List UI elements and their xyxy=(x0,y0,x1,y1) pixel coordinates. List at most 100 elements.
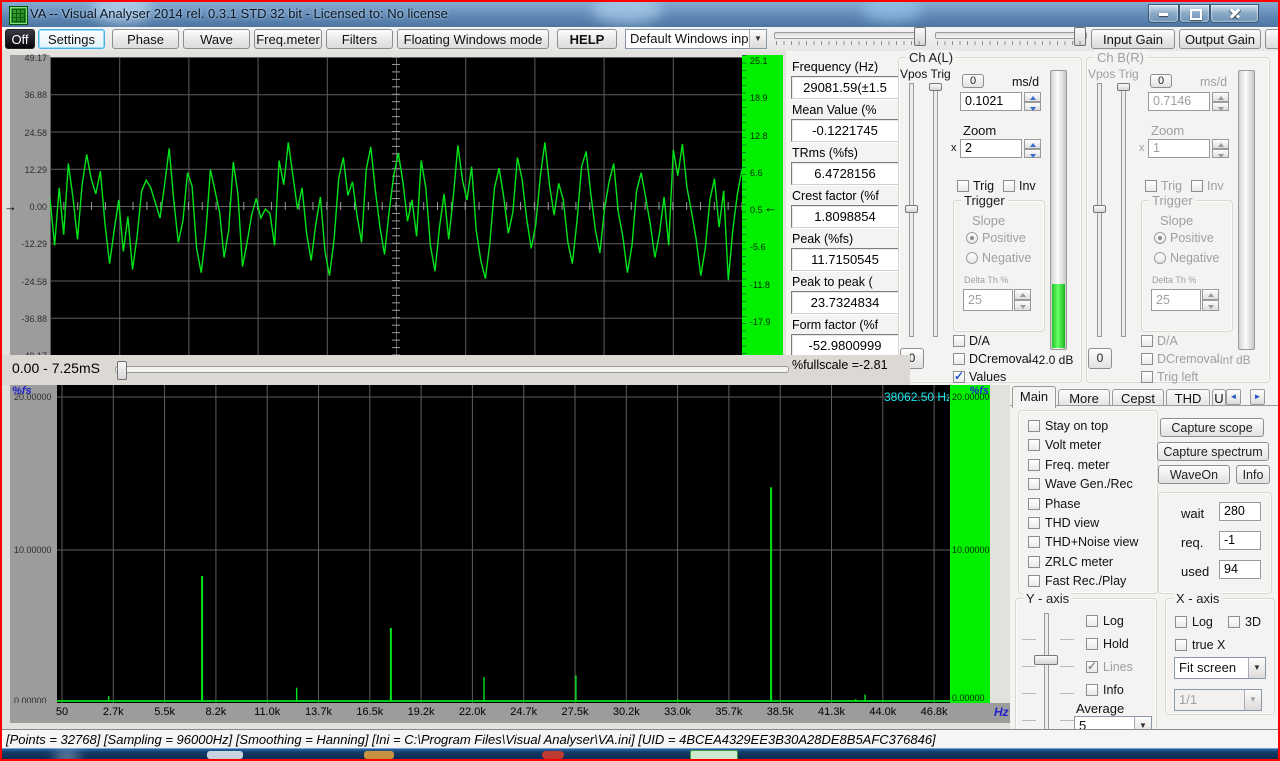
start-orb[interactable] xyxy=(54,750,80,759)
y-hold-checkbox[interactable] xyxy=(1086,638,1098,650)
taskbar-item[interactable] xyxy=(542,751,564,759)
chevron-down-icon[interactable]: ▼ xyxy=(1248,658,1265,678)
dc-removal-checkbox[interactable] xyxy=(1141,353,1153,365)
maximize-button[interactable] xyxy=(1179,4,1210,23)
checkbox-wave-gen-rec[interactable] xyxy=(1028,478,1040,491)
inv-checkbox[interactable] xyxy=(1191,180,1203,192)
chevron-down-icon[interactable]: ▼ xyxy=(1134,717,1151,729)
stat-field-value[interactable]: -1 xyxy=(1219,531,1261,550)
filters-button[interactable]: Filters xyxy=(326,29,393,49)
input-gain-button[interactable]: Input Gain xyxy=(1091,29,1175,49)
taskbar-item-active[interactable] xyxy=(690,750,738,759)
vpos-zero-button[interactable]: 0 xyxy=(962,74,984,88)
spin-up-icon[interactable] xyxy=(1202,289,1219,300)
negative-radio[interactable] xyxy=(966,252,978,264)
checkbox-phase[interactable] xyxy=(1028,497,1040,510)
delta-th-spinner[interactable] xyxy=(1014,289,1031,311)
x-3d-checkbox[interactable] xyxy=(1228,616,1240,628)
checkbox-fast-rec-play[interactable] xyxy=(1028,575,1040,588)
settings-button[interactable]: Settings xyxy=(38,29,105,49)
delta-th-value[interactable]: 25 xyxy=(1151,289,1201,311)
checkbox-thd-view[interactable] xyxy=(1028,517,1040,529)
checkbox-zrlc-meter[interactable] xyxy=(1028,555,1040,568)
vpos-slider-thumb[interactable] xyxy=(1093,205,1106,213)
spin-up-icon[interactable] xyxy=(1212,139,1229,149)
y-axis-slider-thumb[interactable] xyxy=(1034,655,1058,665)
off-button[interactable]: Off xyxy=(5,29,35,49)
y-info-checkbox[interactable] xyxy=(1086,684,1098,696)
spin-up-icon[interactable] xyxy=(1024,139,1041,149)
third-checkbox[interactable] xyxy=(1141,371,1153,383)
help-button[interactable]: HELP xyxy=(557,29,617,49)
oscilloscope-plot[interactable] xyxy=(50,57,742,355)
x-log-checkbox[interactable] xyxy=(1175,616,1187,628)
fit-screen-dropdown[interactable]: Fit screen ▼ xyxy=(1174,657,1266,679)
positive-radio[interactable] xyxy=(966,232,978,244)
scope-scroll-thumb[interactable] xyxy=(117,361,127,380)
checkbox-volt-meter[interactable] xyxy=(1028,439,1040,452)
spectrum-plot[interactable] xyxy=(57,385,950,703)
spin-down-icon[interactable] xyxy=(1212,101,1229,111)
trig-checkbox[interactable] xyxy=(1145,180,1157,192)
ratio-dropdown[interactable]: 1/1 ▼ xyxy=(1174,689,1262,711)
spin-up-icon[interactable] xyxy=(1014,289,1031,300)
ms-per-div-value[interactable]: 0.1021 xyxy=(960,92,1022,111)
vpos-zero-button[interactable]: 0 xyxy=(1150,74,1172,88)
spin-up-icon[interactable] xyxy=(1212,92,1229,102)
trig-slider-thumb[interactable] xyxy=(1117,83,1130,91)
taskbar-item[interactable] xyxy=(207,751,243,759)
taskbar-item[interactable] xyxy=(364,751,394,759)
zoom-value[interactable]: 1 xyxy=(1148,139,1210,158)
trig-slider[interactable] xyxy=(1121,83,1126,337)
spin-down-icon[interactable] xyxy=(1202,300,1219,311)
spin-down-icon[interactable] xyxy=(1024,101,1041,111)
input-gain-slider[interactable] xyxy=(774,32,926,39)
chevron-down-icon[interactable]: ▼ xyxy=(749,30,766,48)
zoom-spinner[interactable] xyxy=(1212,139,1229,158)
spin-down-icon[interactable] xyxy=(1212,148,1229,158)
tab-scroll-right-icon[interactable]: ► xyxy=(1250,389,1265,405)
ms-per-div-spinner[interactable] xyxy=(1024,92,1041,111)
checkbox-thd-noise-view[interactable] xyxy=(1028,536,1040,549)
y-axis-slider[interactable] xyxy=(1044,613,1049,729)
close-button[interactable] xyxy=(1210,4,1259,23)
chevron-down-icon[interactable]: ▼ xyxy=(1244,690,1261,710)
phase-button[interactable]: Phase xyxy=(112,29,179,49)
ms-per-div-value[interactable]: 0.7146 xyxy=(1148,92,1210,111)
input-device-dropdown[interactable]: Default Windows inp ▼ xyxy=(625,29,767,49)
dc-removal-checkbox[interactable] xyxy=(953,353,965,365)
third-checkbox[interactable] xyxy=(953,369,965,383)
trig-checkbox[interactable] xyxy=(957,180,969,192)
tab-main[interactable]: Main xyxy=(1012,386,1056,408)
tab-scroll-left-icon[interactable]: ◄ xyxy=(1226,389,1241,405)
freq-meter-button[interactable]: Freq.meter xyxy=(254,29,322,49)
zoom-spinner[interactable] xyxy=(1024,139,1041,158)
stat-field-value[interactable]: 94 xyxy=(1219,560,1261,579)
y-lines-checkbox[interactable] xyxy=(1086,659,1098,673)
trig-slider[interactable] xyxy=(933,83,938,337)
vpos-slider-thumb[interactable] xyxy=(905,205,918,213)
negative-radio[interactable] xyxy=(1154,252,1166,264)
ms-per-div-spinner[interactable] xyxy=(1212,92,1229,111)
delta-th-spinner[interactable] xyxy=(1202,289,1219,311)
info-button[interactable]: Info xyxy=(1236,465,1270,484)
stat-field-value[interactable]: 280 xyxy=(1219,502,1261,521)
spin-up-icon[interactable] xyxy=(1024,92,1041,102)
zoom-value[interactable]: 2 xyxy=(960,139,1022,158)
vpos-reset-button[interactable]: 0 xyxy=(1088,348,1112,369)
scope-scroll-track[interactable] xyxy=(115,366,789,373)
y-log-checkbox[interactable] xyxy=(1086,615,1098,627)
minimize-button[interactable] xyxy=(1148,4,1179,23)
capture-scope-button[interactable]: Capture scope xyxy=(1160,418,1264,437)
output-gain-slider[interactable] xyxy=(935,32,1087,39)
toolbar-overflow-button[interactable] xyxy=(1265,29,1280,49)
inv-checkbox[interactable] xyxy=(1003,180,1015,192)
capture-spectrum-button[interactable]: Capture spectrum xyxy=(1157,442,1269,461)
spin-down-icon[interactable] xyxy=(1014,300,1031,311)
positive-radio[interactable] xyxy=(1154,232,1166,244)
x-truex-checkbox[interactable] xyxy=(1175,639,1187,651)
da-checkbox[interactable] xyxy=(953,335,965,347)
da-checkbox[interactable] xyxy=(1141,335,1153,347)
trig-slider-thumb[interactable] xyxy=(929,83,942,91)
spin-down-icon[interactable] xyxy=(1024,148,1041,158)
